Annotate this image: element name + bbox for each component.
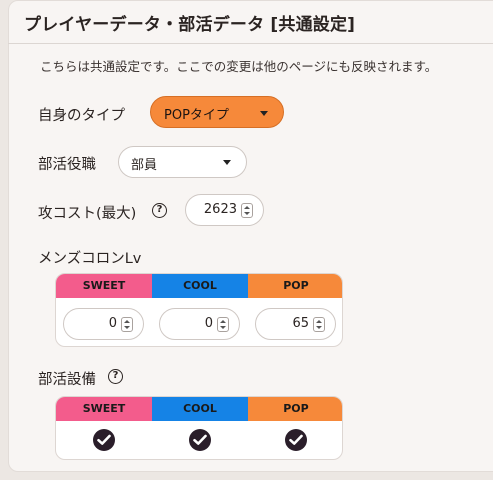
page-title: プレイヤーデータ・部活データ [共通設定] [24, 15, 356, 35]
mens-colon-label: メンズコロンLv [38, 251, 142, 267]
header-sweet: SWEET [56, 274, 152, 298]
club-equipment-label: 部活設備 [38, 372, 96, 388]
caret-down-icon [260, 111, 268, 116]
mens-colon-sweet-value: 0 [108, 316, 117, 331]
mens-colon-grid: SWEET COOL POP 0 0 65 [55, 273, 343, 347]
self-type-label: 自身のタイプ [38, 108, 125, 124]
caret-down-icon [223, 160, 231, 165]
header-cool: COOL [152, 397, 248, 421]
number-spinner-icon[interactable] [241, 203, 253, 218]
self-type-select[interactable]: POPタイプ [150, 96, 284, 128]
check-circle-icon[interactable] [285, 429, 307, 451]
header-sweet: SWEET [56, 397, 152, 421]
attack-cost-value: 2623 [203, 202, 237, 217]
number-spinner-icon[interactable] [313, 317, 325, 332]
check-circle-icon[interactable] [189, 429, 211, 451]
mens-colon-sweet-input[interactable]: 0 [63, 308, 144, 340]
club-equipment-grid: SWEET COOL POP [55, 396, 343, 460]
club-role-value: 部員 [131, 158, 158, 173]
mens-colon-pop-value: 65 [292, 316, 309, 331]
help-circle-icon[interactable]: ? [152, 203, 167, 218]
club-role-select[interactable]: 部員 [118, 146, 247, 178]
attack-cost-input[interactable]: 2623 [185, 194, 264, 226]
help-circle-icon[interactable]: ? [108, 369, 123, 384]
divider [8, 43, 493, 44]
header-pop: POP [248, 274, 342, 298]
mens-colon-cool-value: 0 [204, 316, 213, 331]
attack-cost-label: 攻コスト(最大) [38, 206, 137, 222]
header-pop: POP [248, 397, 342, 421]
description-text: こちらは共通設定です。ここでの変更は他のページにも反映されます。 [40, 59, 438, 74]
number-spinner-icon[interactable] [121, 317, 133, 332]
club-role-label: 部活役職 [38, 157, 96, 173]
header-cool: COOL [152, 274, 248, 298]
number-spinner-icon[interactable] [217, 317, 229, 332]
mens-colon-pop-input[interactable]: 65 [255, 308, 336, 340]
self-type-value: POPタイプ [164, 108, 229, 123]
check-circle-icon[interactable] [93, 429, 115, 451]
mens-colon-cool-input[interactable]: 0 [159, 308, 240, 340]
